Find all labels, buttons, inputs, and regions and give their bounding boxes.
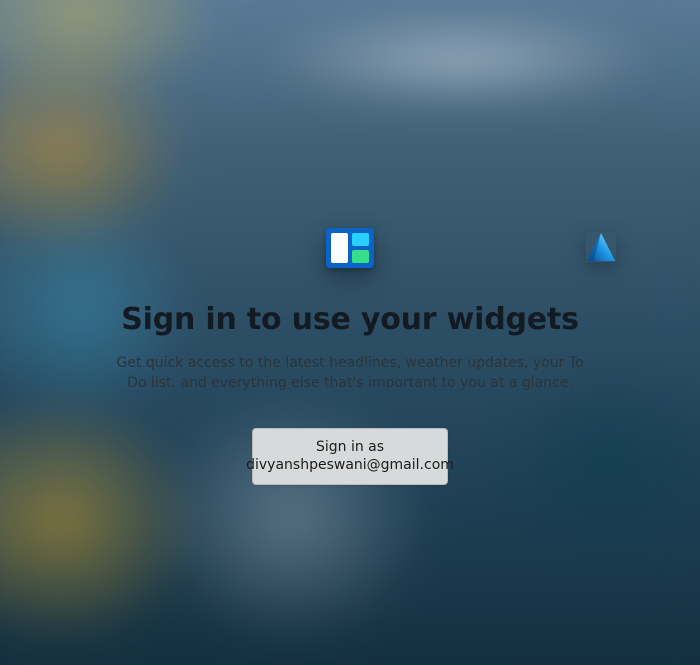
widgets-signin-dialog: Sign in to use your widgets Get quick ac…: [0, 0, 700, 665]
widgets-icon-cell-bottom: [352, 250, 369, 263]
widgets-icon-cell-top: [352, 233, 369, 246]
widgets-icon: [326, 228, 374, 268]
widgets-icon-right-pane: [352, 233, 369, 263]
widgets-icon-left-pane: [331, 233, 348, 263]
signin-button[interactable]: Sign in as divyanshpeswani@gmail.com: [252, 428, 448, 485]
signin-heading: Sign in to use your widgets: [121, 302, 579, 337]
signin-button-label: Sign in as: [316, 438, 384, 456]
signin-subtext: Get quick access to the latest headlines…: [110, 353, 590, 394]
signin-button-account: divyanshpeswani@gmail.com: [246, 456, 454, 474]
